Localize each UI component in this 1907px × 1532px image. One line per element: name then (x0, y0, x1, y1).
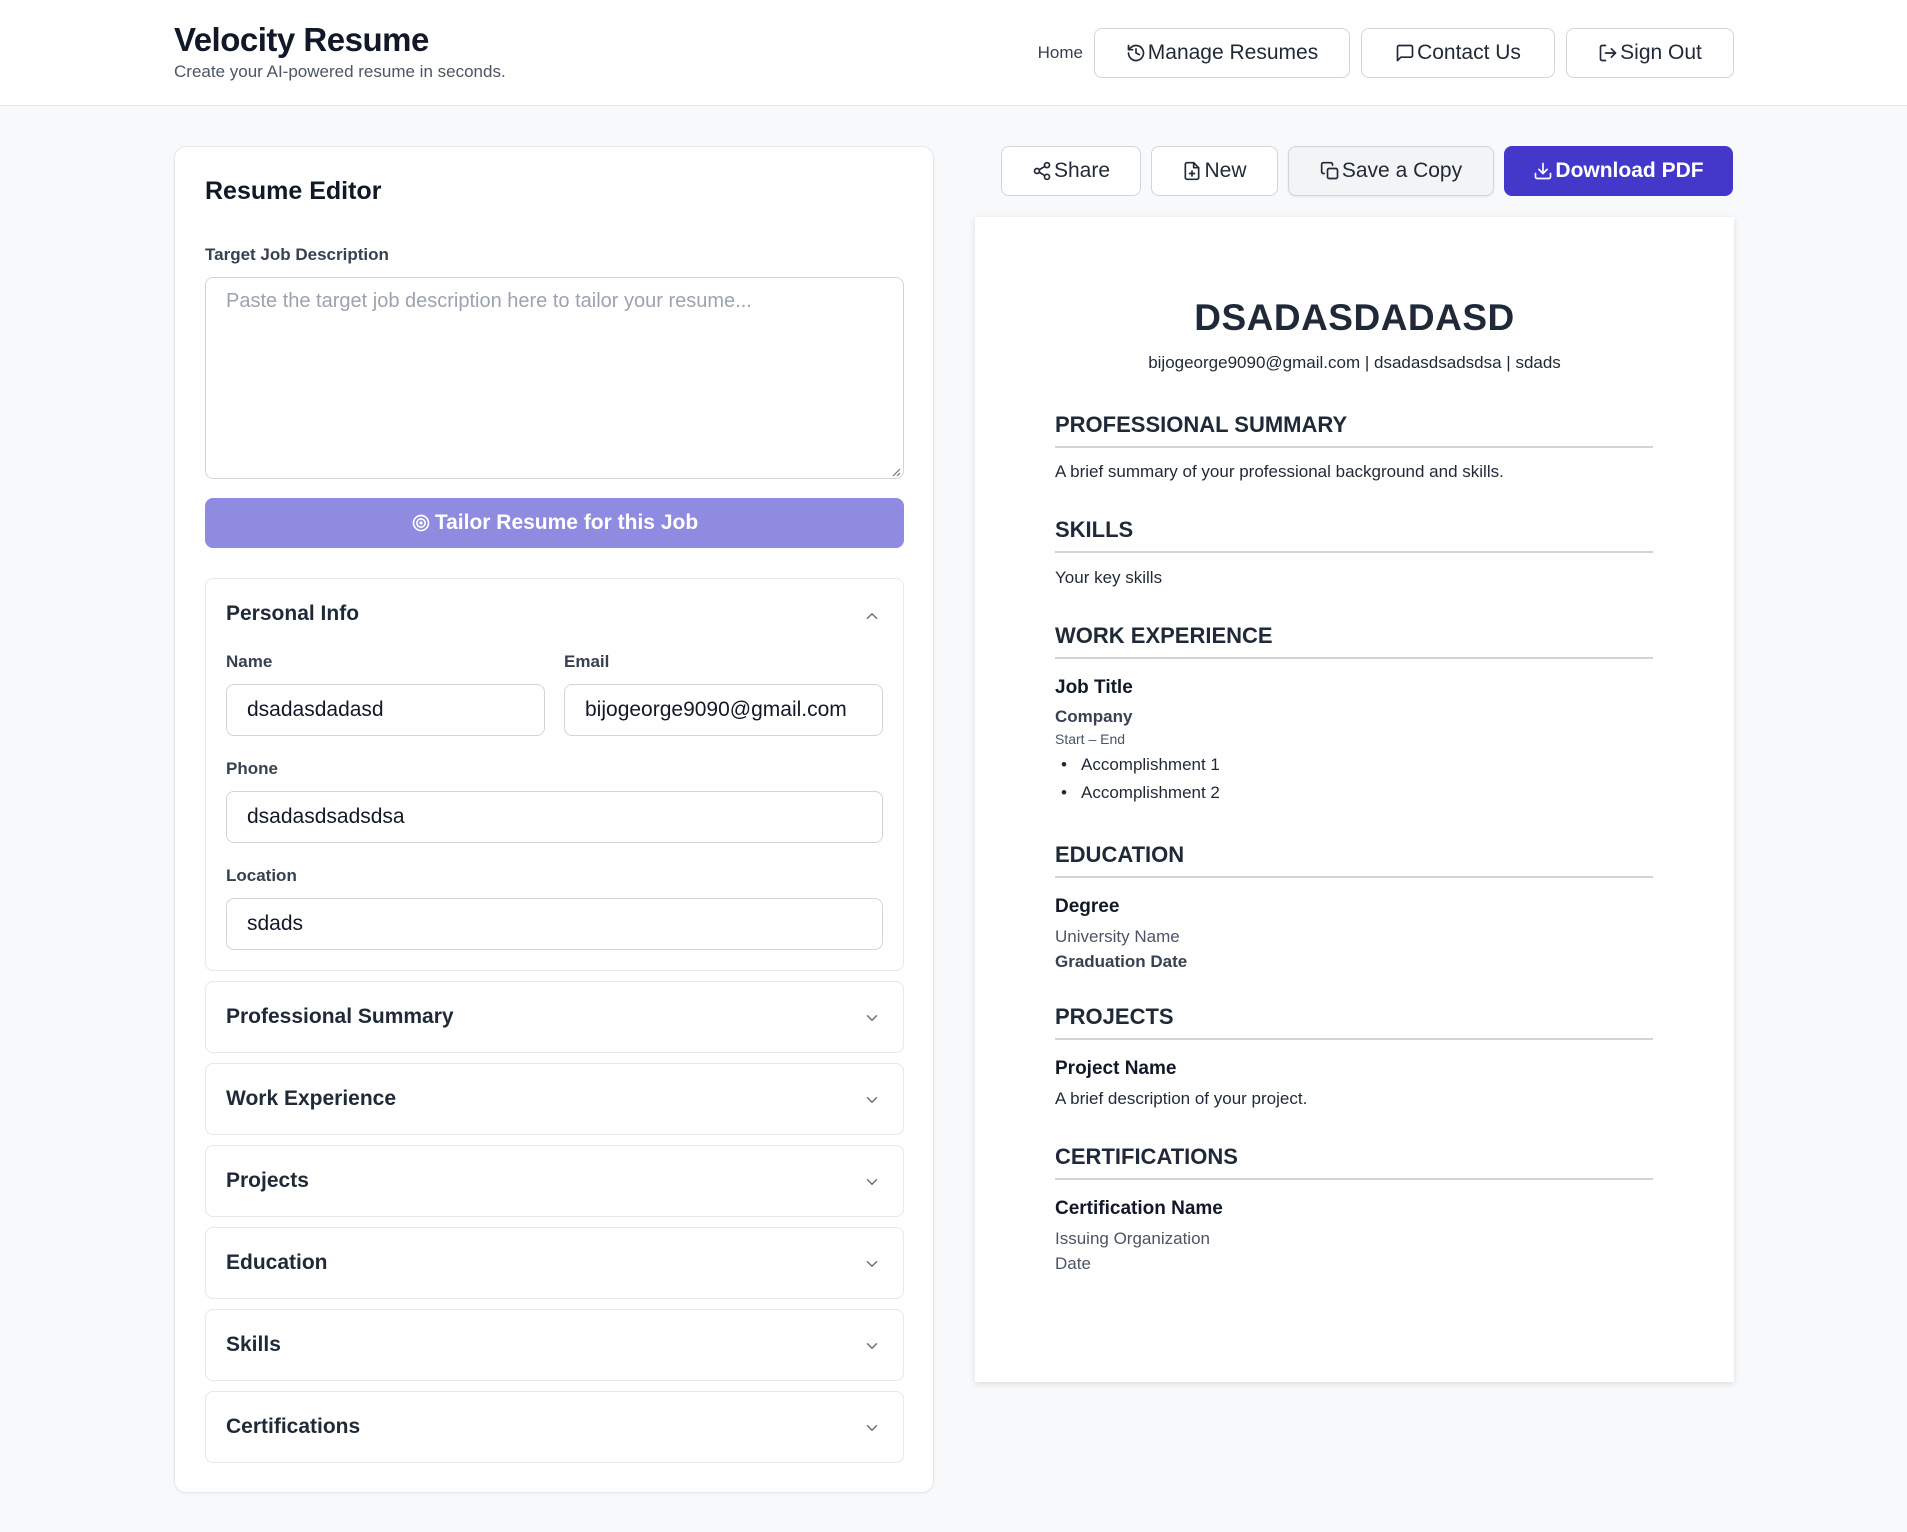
save-copy-label: Save a Copy (1341, 159, 1463, 182)
sign-out-button[interactable]: Sign Out (1566, 28, 1734, 78)
new-resume-button[interactable]: New (1151, 146, 1278, 196)
chevron-down-icon[interactable] (863, 1419, 881, 1437)
preview-graduation-date: Graduation Date (1055, 952, 1188, 971)
accomplishment-item: Accomplishment 1 (1055, 751, 1220, 779)
work-experience-section[interactable]: Work Experience (205, 1063, 904, 1135)
chevron-down-icon[interactable] (863, 1337, 881, 1355)
preview-company: Company (1055, 707, 1133, 726)
certifications-section[interactable]: Certifications (205, 1391, 904, 1463)
app-subtitle: Create your AI-powered resume in seconds… (174, 62, 506, 81)
phone-label: Phone (226, 759, 278, 778)
name-label: Name (226, 652, 273, 671)
work-experience-header[interactable]: Work Experience (226, 1087, 396, 1111)
skills-section[interactable]: Skills (205, 1309, 904, 1381)
chevron-up-icon[interactable] (863, 607, 881, 625)
resume-preview: DSADASDADASD bijogeorge9090@gmail.com | … (975, 217, 1734, 1382)
save-copy-button[interactable]: Save a Copy (1288, 146, 1494, 196)
tailor-resume-label: Tailor Resume for this Job (434, 511, 699, 534)
preview-accomplishments: Accomplishment 1 Accomplishment 2 (1055, 751, 1220, 807)
share-button[interactable]: Share (1001, 146, 1141, 196)
preview-work-heading: WORK EXPERIENCE (1055, 623, 1653, 659)
job-description-input[interactable] (205, 277, 904, 479)
brand: Velocity Resume Create your AI-powered r… (174, 20, 506, 82)
preview-projects-heading: PROJECTS (1055, 1004, 1653, 1040)
chevron-down-icon[interactable] (863, 1091, 881, 1109)
location-label: Location (226, 866, 297, 885)
preview-summary-heading: PROFESSIONAL SUMMARY (1055, 412, 1653, 448)
email-input[interactable] (564, 684, 883, 736)
preview-dates: Start – End (1055, 731, 1126, 747)
professional-summary-section[interactable]: Professional Summary (205, 981, 904, 1053)
contact-us-label: Contact Us (1417, 41, 1521, 64)
projects-header[interactable]: Projects (226, 1169, 309, 1193)
education-header[interactable]: Education (226, 1251, 328, 1275)
nav-home-link[interactable]: Home (1038, 43, 1083, 63)
resize-handle-icon[interactable] (891, 467, 901, 477)
name-input[interactable] (226, 684, 545, 736)
chevron-down-icon[interactable] (863, 1173, 881, 1191)
location-input[interactable] (226, 898, 883, 950)
manage-resumes-label: Manage Resumes (1147, 41, 1319, 64)
skills-header[interactable]: Skills (226, 1333, 281, 1357)
preview-project-name: Project Name (1055, 1058, 1177, 1079)
preview-contact: bijogeorge9090@gmail.com | dsadasdsadsds… (1148, 353, 1561, 372)
preview-certification-name: Certification Name (1055, 1198, 1223, 1219)
tailor-resume-button[interactable]: Tailor Resume for this Job (205, 498, 904, 548)
preview-summary-text: A brief summary of your professional bac… (1055, 462, 1504, 481)
phone-input[interactable] (226, 791, 883, 843)
download-pdf-label: Download PDF (1555, 159, 1704, 182)
certifications-header[interactable]: Certifications (226, 1415, 360, 1439)
new-label: New (1204, 159, 1247, 182)
history-icon (1127, 44, 1145, 62)
accomplishment-item: Accomplishment 2 (1055, 779, 1220, 807)
file-plus-icon (1184, 161, 1200, 181)
manage-resumes-button[interactable]: Manage Resumes (1094, 28, 1350, 78)
preview-project-description: A brief description of your project. (1055, 1089, 1308, 1108)
download-icon (1535, 162, 1552, 180)
preview-degree: Degree (1055, 896, 1120, 917)
preview-university: University Name (1055, 927, 1180, 946)
chevron-down-icon[interactable] (863, 1009, 881, 1027)
target-icon (412, 514, 430, 532)
personal-info-header[interactable]: Personal Info (226, 602, 359, 626)
download-pdf-button[interactable]: Download PDF (1504, 146, 1733, 196)
preview-actions: Share New Save a Copy Download PDF (1001, 146, 1733, 196)
personal-info-section: Personal Info Name Email Phone Location (205, 578, 904, 971)
preview-skills-text: Your key skills (1055, 568, 1163, 587)
message-icon (1396, 44, 1414, 62)
projects-section[interactable]: Projects (205, 1145, 904, 1217)
email-label: Email (564, 652, 610, 671)
sign-out-label: Sign Out (1620, 41, 1702, 64)
preview-certification-date: Date (1055, 1254, 1091, 1273)
preview-issuing-organization: Issuing Organization (1055, 1229, 1210, 1248)
editor-title: Resume Editor (205, 177, 382, 205)
preview-name: DSADASDADASD (1194, 297, 1515, 338)
share-icon (1033, 161, 1051, 181)
preview-skills-heading: SKILLS (1055, 517, 1653, 553)
app-title[interactable]: Velocity Resume (174, 20, 506, 60)
chevron-down-icon[interactable] (863, 1255, 881, 1273)
contact-us-button[interactable]: Contact Us (1361, 28, 1555, 78)
preview-education-heading: EDUCATION (1055, 842, 1653, 878)
job-description-label: Target Job Description (205, 245, 389, 264)
top-header: Velocity Resume Create your AI-powered r… (0, 0, 1907, 106)
top-nav: Home Manage Resumes Contact Us Sign Out (1038, 28, 1734, 78)
resume-editor-panel: Resume Editor Target Job Description Tai… (174, 146, 934, 1493)
preview-job-title: Job Title (1055, 677, 1133, 698)
copy-icon (1320, 161, 1339, 180)
sign-out-icon (1599, 44, 1617, 62)
education-section[interactable]: Education (205, 1227, 904, 1299)
preview-certifications-heading: CERTIFICATIONS (1055, 1144, 1653, 1180)
share-label: Share (1053, 159, 1111, 182)
professional-summary-header[interactable]: Professional Summary (226, 1005, 454, 1029)
